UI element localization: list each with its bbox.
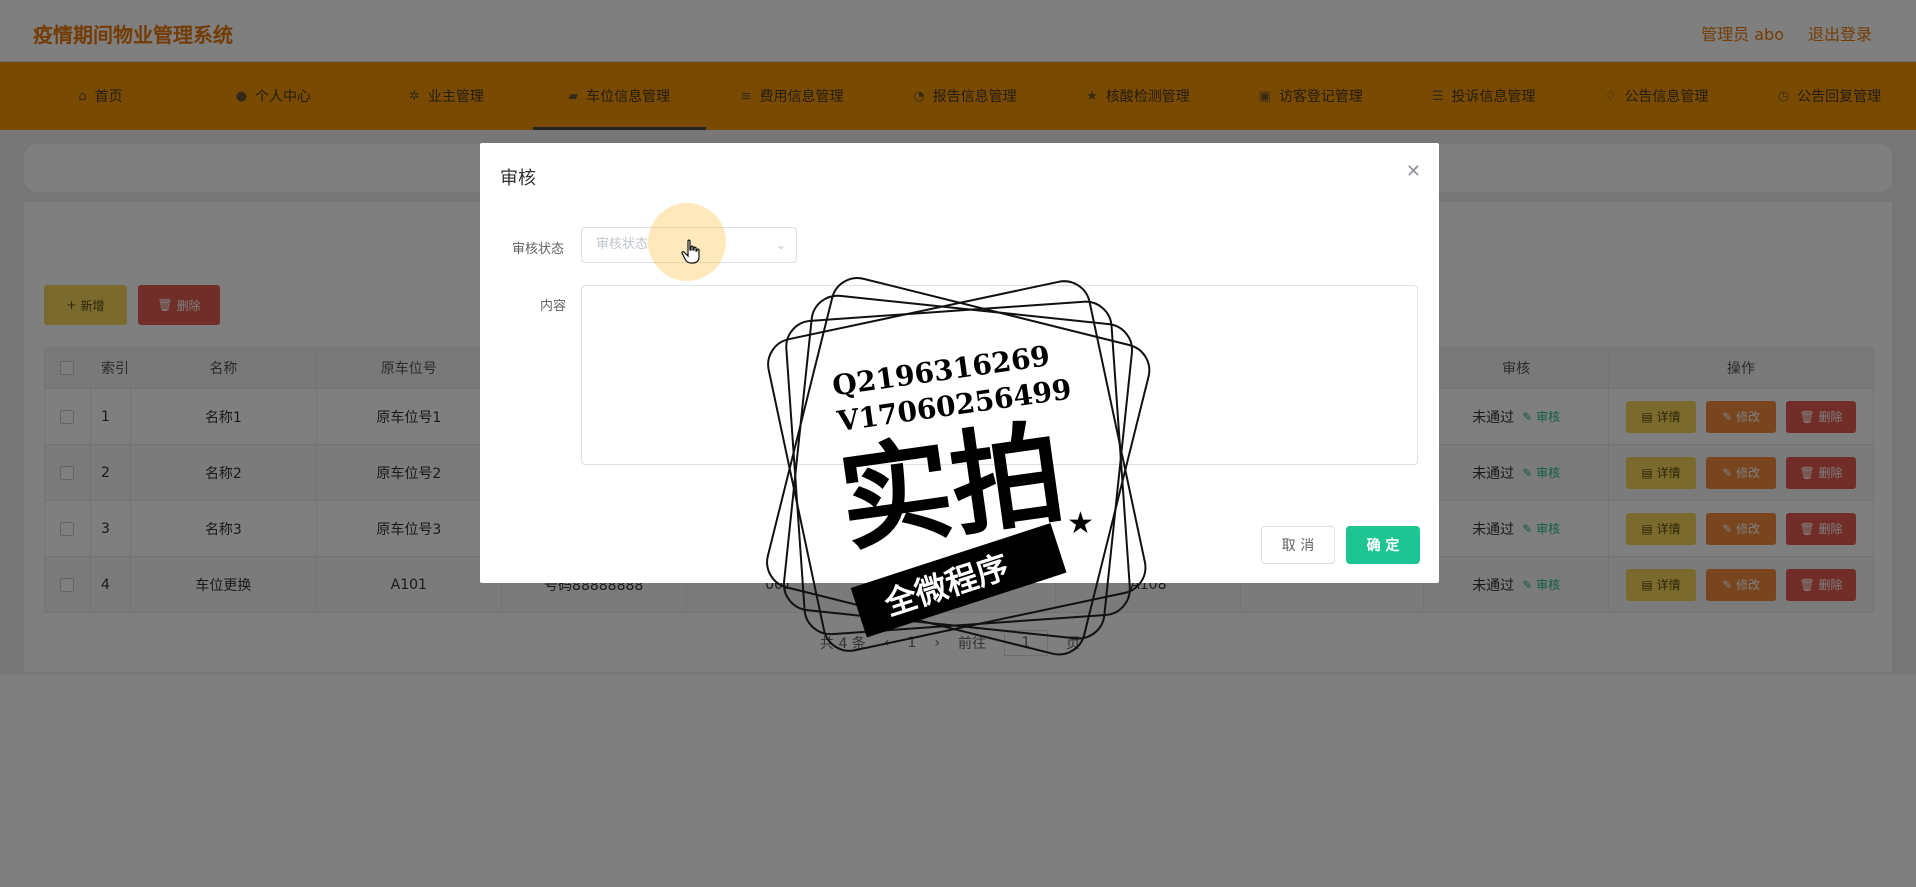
close-icon[interactable]: ✕ [1406,161,1421,182]
content-label: 内容 [540,299,567,314]
dialog-title: 审核 [500,168,536,189]
cancel-button[interactable]: 取 消 [1261,526,1335,564]
hand-cursor-icon [681,239,700,264]
status-label: 审核状态 [512,242,565,257]
star-icon: ★ [853,580,880,615]
star-icon: ★ [1067,506,1094,541]
watermark-stamp: Q2196316269 V17060256499 实拍 全微程序 ★ ★ [766,277,1151,656]
status-placeholder: 审核状态 [596,237,649,252]
confirm-button[interactable]: 确 定 [1346,526,1420,564]
